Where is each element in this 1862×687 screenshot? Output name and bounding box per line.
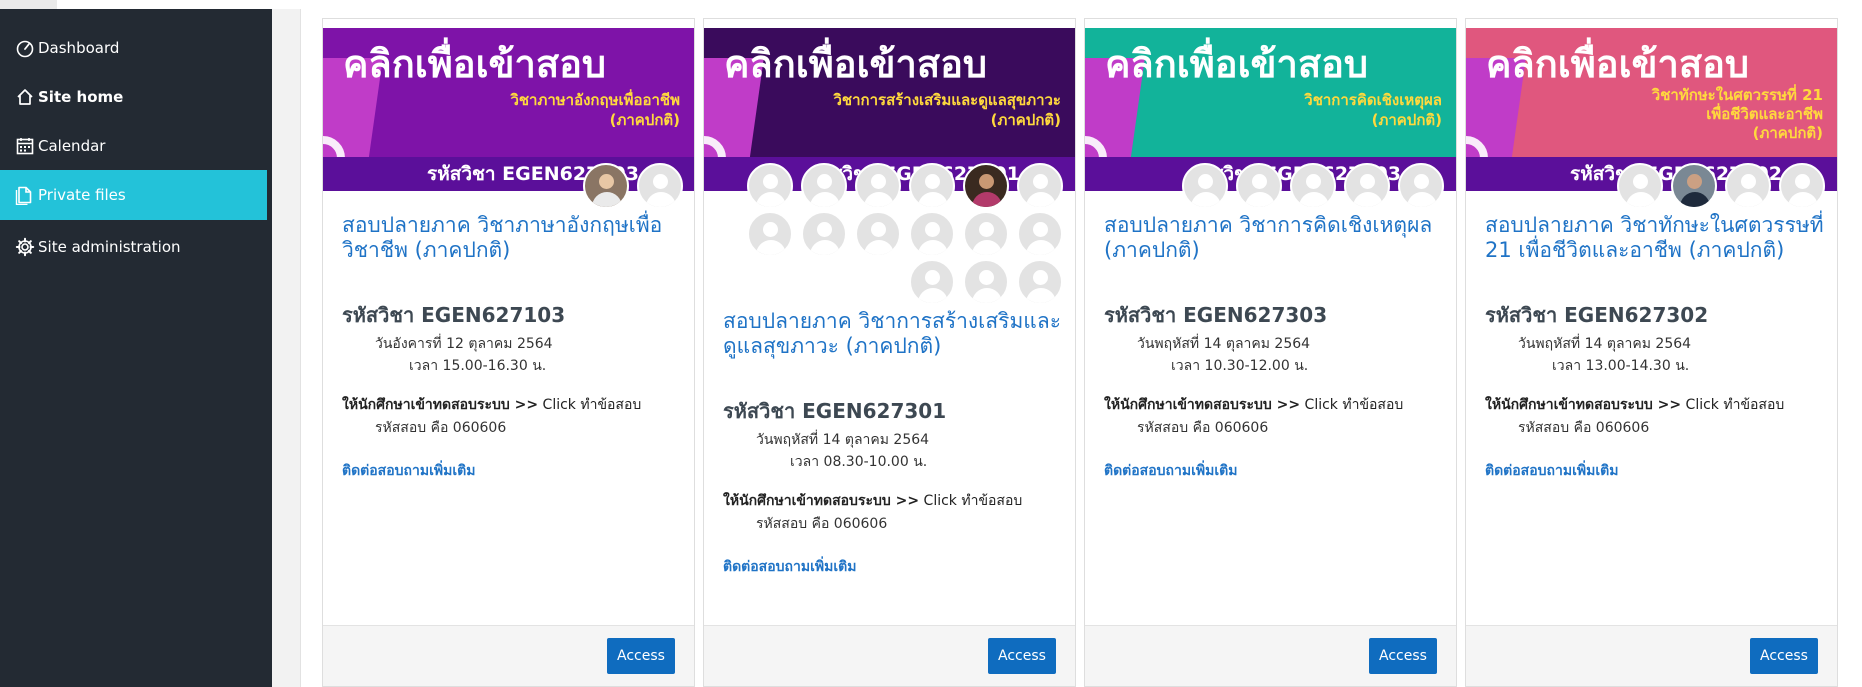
course-title-link[interactable]: สอบปลายภาค วิชาการคิดเชิงเหตุผล (ภาคปกติ… [1104, 213, 1444, 263]
banner-title: คลิกเพื่อเข้าสอบ [343, 42, 607, 86]
avatar[interactable] [1344, 163, 1390, 209]
gear-icon [14, 236, 36, 258]
avatar[interactable] [1779, 163, 1825, 209]
banner-subject: วิชาทักษะในศตวรรษที่ 21 เพื่อชีวิตและอาชี… [1651, 86, 1823, 142]
exam-instruction: ให้นักศึกษาเข้าทดสอบระบบ >> Click ทำข้อส… [723, 493, 1023, 509]
file-icon [14, 184, 36, 206]
access-button[interactable]: Access [988, 638, 1056, 674]
exam-date: วันพฤหัสที่ 14 ตุลาคม 2564 [1518, 336, 1692, 352]
contact-link[interactable]: ติดต่อสอบถามเพิ่มเติม [723, 556, 856, 578]
sidebar-item-calendar[interactable]: Calendar [0, 121, 267, 171]
course-card: คลิกเพื่อเข้าสอบ วิชาทักษะในศตวรรษที่ 21… [1465, 18, 1838, 687]
course-card: คลิกเพื่อเข้าสอบ วิชาภาษาอังกฤษเพื่ออาชี… [322, 18, 695, 687]
exam-time: เวลา 15.00-16.30 น. [409, 358, 547, 374]
course-code: รหัสวิชา EGEN627302 [1485, 303, 1709, 327]
sidebar-item-dashboard[interactable]: Dashboard [0, 23, 267, 73]
exam-instruction: ให้นักศึกษาเข้าทดสอบระบบ >> Click ทำข้อส… [1485, 397, 1785, 413]
avatar[interactable] [1236, 163, 1282, 209]
avatar[interactable] [1017, 211, 1063, 257]
sidebar-item-site-administration[interactable]: Site administration [0, 222, 267, 272]
exam-time: เวลา 08.30-10.00 น. [790, 454, 928, 470]
top-strip [0, 0, 1862, 9]
avatar[interactable] [637, 163, 683, 209]
avatar[interactable] [963, 259, 1009, 305]
home-icon [14, 86, 36, 108]
contact-link[interactable]: ติดต่อสอบถามเพิ่มเติม [1104, 460, 1237, 482]
header-bar [57, 0, 1862, 9]
exam-time: เวลา 13.00-14.30 น. [1552, 358, 1690, 374]
exam-password: รหัสสอบ คือ 060606 [1137, 420, 1269, 436]
banner-subject: วิชาการสร้างเสริมและดูแลสุขภาวะ (ภาคปกติ) [833, 91, 1062, 129]
exam-instruction: ให้นักศึกษาเข้าทดสอบระบบ >> Click ทำข้อส… [342, 397, 642, 413]
avatar[interactable] [909, 163, 955, 209]
course-code: รหัสวิชา EGEN627301 [723, 399, 947, 423]
avatar[interactable] [1290, 163, 1336, 209]
course-cards-region: คลิกเพื่อเข้าสอบ วิชาภาษาอังกฤษเพื่ออาชี… [300, 9, 1862, 687]
avatar[interactable] [801, 163, 847, 209]
exam-password: รหัสสอบ คือ 060606 [1518, 420, 1650, 436]
exam-password: รหัสสอบ คือ 060606 [375, 420, 507, 436]
sidebar-item-label: Calendar [38, 137, 106, 155]
exam-date: วันอังคารที่ 12 ตุลาคม 2564 [375, 336, 553, 352]
avatar[interactable] [747, 163, 793, 209]
avatar[interactable] [855, 211, 901, 257]
calendar-icon [14, 135, 36, 157]
sidebar-item-label: Site administration [38, 238, 181, 256]
access-button[interactable]: Access [607, 638, 675, 674]
access-button[interactable]: Access [1369, 638, 1437, 674]
avatar[interactable] [963, 211, 1009, 257]
avatar[interactable] [583, 163, 629, 209]
course-title-link[interactable]: สอบปลายภาค วิชาการสร้างเสริมและดูแลสุขภา… [723, 309, 1063, 359]
avatar[interactable] [963, 163, 1009, 209]
main-content: คลิกเพื่อเข้าสอบ วิชาภาษาอังกฤษเพื่ออาชี… [272, 9, 1862, 687]
dashboard-icon [14, 37, 36, 59]
avatar[interactable] [801, 211, 847, 257]
course-code: รหัสวิชา EGEN627103 [342, 303, 566, 327]
course-title-link[interactable]: สอบปลายภาค วิชาภาษาอังกฤษเพื่อวิชาชีพ (ภ… [342, 213, 682, 263]
course-card: คลิกเพื่อเข้าสอบ วิชาการคิดเชิงเหตุผล (ภา… [1084, 18, 1457, 687]
exam-time: เวลา 10.30-12.00 น. [1171, 358, 1309, 374]
avatar[interactable] [1398, 163, 1444, 209]
avatar[interactable] [909, 259, 955, 305]
sidebar-item-label: Dashboard [38, 39, 120, 57]
card-footer: Access [704, 625, 1075, 686]
card-footer: Access [323, 625, 694, 686]
access-button[interactable]: Access [1750, 638, 1818, 674]
banner-subject: วิชาภาษาอังกฤษเพื่ออาชีพ (ภาคปกติ) [510, 91, 680, 129]
sidebar: Dashboard Site home Calendar Private fil… [0, 9, 272, 687]
avatar[interactable] [1617, 163, 1663, 209]
sidebar-item-private-files[interactable]: Private files [0, 170, 267, 220]
banner-subject: วิชาการคิดเชิงเหตุผล (ภาคปกติ) [1304, 91, 1442, 129]
exam-date: วันพฤหัสที่ 14 ตุลาคม 2564 [756, 432, 930, 448]
avatar[interactable] [747, 211, 793, 257]
contact-link[interactable]: ติดต่อสอบถามเพิ่มเติม [1485, 460, 1618, 482]
sidebar-item-site-home[interactable]: Site home [0, 72, 267, 122]
card-footer: Access [1466, 625, 1837, 686]
contact-link[interactable]: ติดต่อสอบถามเพิ่มเติม [342, 460, 475, 482]
sidebar-item-label: Site home [38, 88, 124, 106]
avatar[interactable] [1017, 163, 1063, 209]
course-code: รหัสวิชา EGEN627303 [1104, 303, 1328, 327]
course-card: คลิกเพื่อเข้าสอบ วิชาการสร้างเสริมและดูแ… [703, 18, 1076, 687]
banner-title: คลิกเพื่อเข้าสอบ [1486, 42, 1750, 86]
banner-title: คลิกเพื่อเข้าสอบ [1105, 42, 1369, 86]
avatar[interactable] [855, 163, 901, 209]
banner-title: คลิกเพื่อเข้าสอบ [724, 42, 988, 86]
avatar[interactable] [909, 211, 955, 257]
avatar[interactable] [1017, 259, 1063, 305]
avatar[interactable] [1725, 163, 1771, 209]
exam-date: วันพฤหัสที่ 14 ตุลาคม 2564 [1137, 336, 1311, 352]
avatar[interactable] [1671, 163, 1717, 209]
participant-avatars [704, 163, 1075, 313]
card-footer: Access [1085, 625, 1456, 686]
avatar[interactable] [1182, 163, 1228, 209]
course-title-link[interactable]: สอบปลายภาค วิชาทักษะในศตวรรษที่ 21 เพื่อ… [1485, 213, 1825, 263]
sidebar-item-label: Private files [38, 186, 126, 204]
exam-instruction: ให้นักศึกษาเข้าทดสอบระบบ >> Click ทำข้อส… [1104, 397, 1404, 413]
exam-password: รหัสสอบ คือ 060606 [756, 516, 888, 532]
